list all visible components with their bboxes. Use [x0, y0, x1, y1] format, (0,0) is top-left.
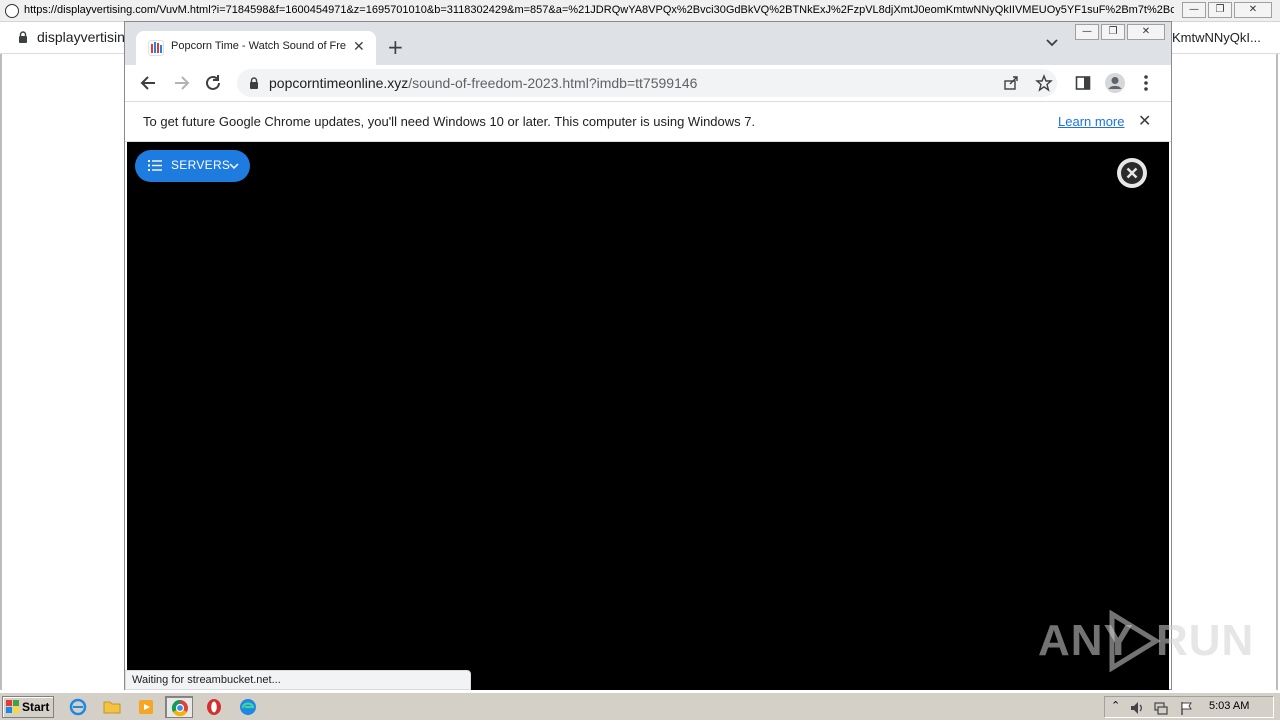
tab-popcorn-time[interactable]: Popcorn Time - Watch Sound of Freedom ✕ [136, 31, 376, 65]
chrome-window: Popcorn Time - Watch Sound of Freedom ✕ … [124, 21, 1172, 690]
video-player[interactable]: SERVERS [127, 142, 1169, 690]
close-button[interactable]: ✕ [1127, 24, 1165, 40]
learn-more-link[interactable]: Learn more [1058, 114, 1124, 129]
folder-icon [103, 701, 121, 714]
window-edge [1276, 54, 1278, 690]
background-window-url: https://displayvertising.com/VuvM.html?i… [24, 4, 1174, 16]
globe-icon [5, 4, 19, 18]
infobar-message: To get future Google Chrome updates, you… [143, 114, 756, 129]
reload-icon[interactable] [203, 73, 223, 93]
network-icon[interactable] [1153, 700, 1169, 716]
lock-icon [19, 31, 27, 43]
url-path: /sound-of-freedom-2023.html?imdb=tt75991… [408, 75, 698, 91]
maximize-button[interactable]: ❐ [1208, 2, 1232, 18]
minimize-button[interactable]: — [1182, 2, 1206, 18]
windows-logo-icon [6, 700, 19, 713]
lock-icon[interactable] [249, 77, 259, 89]
background-window-titlebar: https://displayvertising.com/VuvM.html?i… [0, 0, 1280, 22]
system-tray: ⌃ 5:03 AM [1104, 696, 1274, 718]
play-logo-icon [1109, 610, 1161, 672]
close-icon[interactable] [1117, 158, 1147, 188]
chrome-icon [171, 699, 188, 717]
side-panel-icon[interactable] [1075, 75, 1091, 91]
taskbar: Start ⌃ 5:03 AM [0, 692, 1280, 720]
media-player-taskbar-button[interactable] [132, 696, 160, 718]
minimize-button[interactable]: — [1075, 24, 1099, 40]
show-hidden-icons-icon[interactable]: ⌃ [1111, 699, 1120, 712]
start-button[interactable]: Start [2, 696, 54, 718]
explorer-taskbar-button[interactable] [98, 696, 126, 718]
popcorn-favicon-icon [148, 40, 164, 56]
edge-icon [240, 699, 256, 715]
anyrun-watermark: ANY RUN [1038, 610, 1253, 672]
background-address-text-right: KmtwNNyQkI... [1172, 30, 1261, 45]
update-infobar: To get future Google Chrome updates, you… [125, 101, 1171, 142]
list-icon [148, 160, 162, 171]
servers-button[interactable]: SERVERS [135, 150, 250, 182]
back-arrow-icon[interactable] [139, 73, 159, 93]
opera-taskbar-button[interactable] [200, 696, 228, 718]
address-bar[interactable]: popcorntimeonline.xyz/sound-of-freedom-2… [237, 69, 1057, 97]
chevron-down-icon[interactable] [1045, 38, 1059, 48]
chrome-taskbar-button[interactable] [165, 696, 193, 718]
window-edge [0, 54, 2, 690]
opera-icon [207, 699, 221, 715]
close-button[interactable]: ✕ [1234, 2, 1272, 18]
servers-label: SERVERS [171, 158, 231, 172]
new-tab-button[interactable]: + [387, 35, 404, 59]
profile-avatar-icon[interactable] [1104, 72, 1126, 94]
infobar-close-icon[interactable]: ✕ [1138, 111, 1151, 130]
edge-taskbar-button[interactable] [234, 696, 262, 718]
background-address-text[interactable]: displayvertisin [37, 29, 125, 45]
maximize-button[interactable]: ❐ [1101, 24, 1125, 40]
tab-strip: Popcorn Time - Watch Sound of Freedom ✕ … [125, 22, 1171, 65]
start-label: Start [22, 700, 50, 714]
volume-icon[interactable] [1129, 700, 1145, 716]
status-bubble: Waiting for streambucket.net... [125, 670, 471, 690]
url-host: popcorntimeonline.xyz [269, 75, 409, 91]
clock[interactable]: 5:03 AM [1209, 700, 1249, 712]
chevron-down-icon [229, 163, 239, 170]
action-center-flag-icon[interactable] [1179, 700, 1195, 716]
internet-explorer-icon [69, 698, 87, 716]
toolbar: popcorntimeonline.xyz/sound-of-freedom-2… [125, 65, 1171, 101]
media-player-icon [139, 700, 153, 714]
tab-close-icon[interactable]: ✕ [353, 39, 365, 55]
more-menu-icon[interactable] [1143, 74, 1149, 92]
tab-title: Popcorn Time - Watch Sound of Freedom [171, 40, 346, 52]
forward-arrow-icon[interactable] [171, 73, 191, 93]
ie-taskbar-button[interactable] [64, 696, 92, 718]
share-icon[interactable] [1003, 75, 1019, 91]
star-icon[interactable] [1035, 74, 1053, 92]
